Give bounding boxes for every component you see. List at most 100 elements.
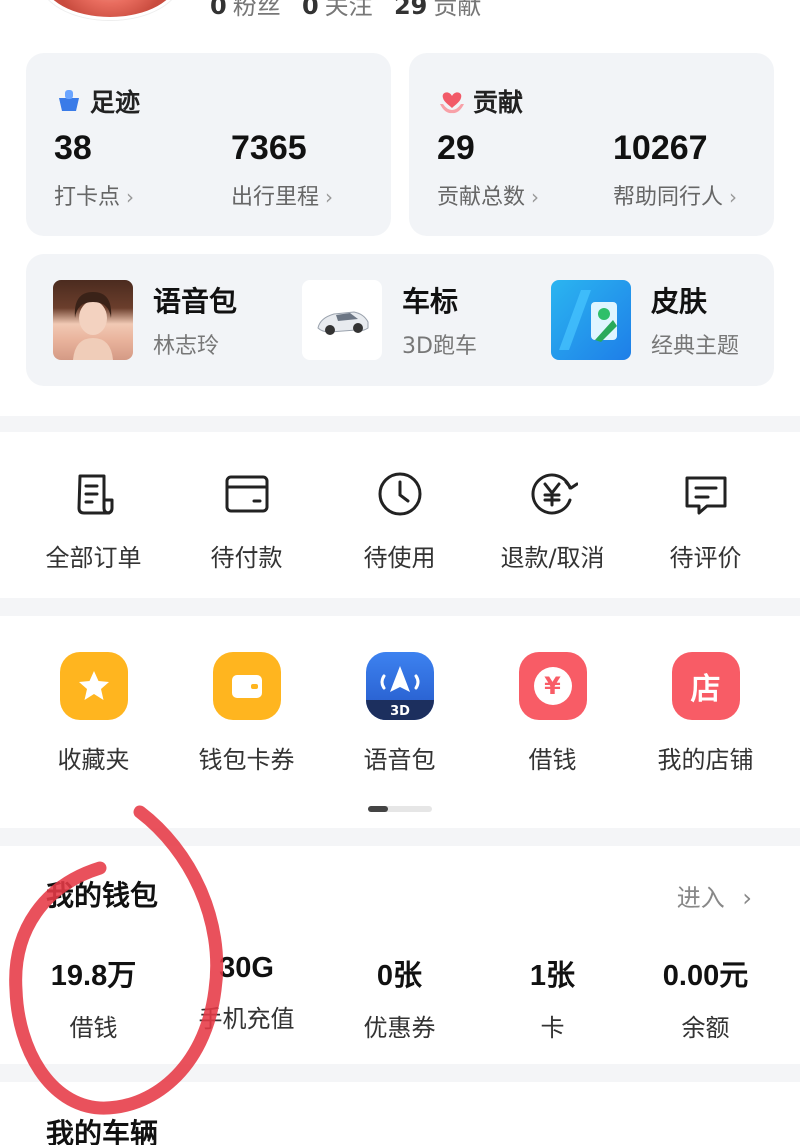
contrib-label[interactable]: 贡献 bbox=[433, 0, 481, 20]
asset-voice[interactable]: 语音包 林志玲 bbox=[53, 280, 237, 360]
footprint-icon bbox=[59, 90, 79, 111]
mileage-value: 7365 bbox=[231, 129, 307, 167]
order-review[interactable]: 待评价 bbox=[629, 470, 782, 573]
wallet-item-label: 卡 bbox=[540, 1014, 565, 1042]
wallet-icon bbox=[225, 475, 268, 513]
tool-my-store[interactable]: 店 我的店铺 bbox=[629, 652, 782, 775]
checkins-label: 打卡点 bbox=[54, 185, 121, 210]
order-unpaid[interactable]: 待付款 bbox=[170, 470, 323, 573]
contribution-card[interactable]: 贡献 29 10267 贡献总数 › 帮助同行人 › bbox=[409, 53, 774, 236]
asset-skin-sub: 经典主题 bbox=[651, 334, 740, 359]
order-review-label: 待评价 bbox=[669, 544, 742, 572]
chevron-right-icon: › bbox=[126, 185, 135, 209]
chevron-right-icon: › bbox=[531, 185, 540, 209]
wallet-item-balance[interactable]: 0.00元 余额 bbox=[629, 952, 782, 1043]
voice-3d-badge: 3D bbox=[390, 704, 410, 719]
wallet-item-topup[interactable]: 30G 手机充值 bbox=[170, 952, 323, 1043]
order-refund-label: 退款/取消 bbox=[500, 544, 605, 572]
chevron-right-icon: › bbox=[742, 884, 752, 912]
tool-wallet-cards[interactable]: 钱包卡券 bbox=[170, 652, 323, 775]
follow-count[interactable]: 0 bbox=[302, 0, 319, 20]
asset-car-name: 车标 bbox=[402, 285, 459, 318]
tool-favorites-label: 收藏夹 bbox=[57, 746, 130, 774]
fans-count[interactable]: 0 bbox=[210, 0, 227, 20]
store-glyph: 店 bbox=[690, 672, 721, 707]
tool-borrow[interactable]: ¥ 借钱 bbox=[476, 652, 629, 775]
wallet-title: 我的钱包 bbox=[46, 879, 159, 912]
contrib-total-link[interactable]: 贡献总数 › bbox=[437, 179, 539, 211]
vehicle-title[interactable]: 我的车辆 bbox=[46, 1112, 158, 1145]
wallet-item-label: 借钱 bbox=[69, 1014, 118, 1042]
helped-link[interactable]: 帮助同行人 › bbox=[613, 179, 758, 211]
helped-value: 10267 bbox=[613, 129, 708, 167]
contribution-title-text: 贡献 bbox=[473, 88, 524, 117]
footprint-card[interactable]: 足迹 38 7365 打卡点 › 出行里程 › bbox=[26, 53, 391, 236]
assets-card: 语音包 林志玲 车标 3D跑车 皮肤 经典主题 bbox=[26, 254, 774, 386]
wallet-item-value: 30G bbox=[219, 952, 274, 984]
order-all-label: 全部订单 bbox=[45, 544, 142, 572]
wallet-row: 19.8万 借钱 30G 手机充值 0张 优惠券 1张 卡 0.00元 余额 bbox=[17, 952, 800, 1043]
wallet-item-coupons[interactable]: 0张 优惠券 bbox=[323, 952, 476, 1043]
wallet-item-borrow[interactable]: 19.8万 借钱 bbox=[17, 952, 170, 1043]
clock-icon bbox=[378, 472, 421, 516]
mileage-label: 出行里程 bbox=[231, 185, 320, 210]
car-icon bbox=[302, 280, 382, 360]
tool-favorites[interactable]: 收藏夹 bbox=[17, 652, 170, 775]
star-icon bbox=[59, 652, 128, 720]
helped-label: 帮助同行人 bbox=[613, 185, 724, 210]
asset-voice-sub: 林志玲 bbox=[153, 334, 220, 359]
wallet-card-icon bbox=[212, 652, 281, 720]
heart-hands-icon bbox=[440, 92, 464, 114]
tool-borrow-label: 借钱 bbox=[528, 746, 577, 774]
receipt-icon bbox=[77, 474, 113, 515]
contrib-count[interactable]: 29 bbox=[394, 0, 427, 20]
wallet-item-value: 0张 bbox=[376, 960, 423, 992]
tool-voice-pack-label: 语音包 bbox=[363, 746, 436, 774]
refund-icon bbox=[530, 473, 578, 515]
wallet-item-value: 0.00元 bbox=[662, 960, 749, 992]
tools-row: 收藏夹 钱包卡券 3D 语音包 ¥ 借钱 店 我的店铺 bbox=[17, 652, 800, 775]
tool-my-store-label: 我的店铺 bbox=[657, 746, 754, 774]
wallet-item-cards[interactable]: 1张 卡 bbox=[476, 952, 629, 1043]
yen-glyph: ¥ bbox=[533, 667, 572, 705]
skin-icon bbox=[551, 280, 631, 360]
asset-skin[interactable]: 皮肤 经典主题 bbox=[551, 280, 739, 360]
page-indicator bbox=[368, 806, 432, 812]
mileage-link[interactable]: 出行里程 › bbox=[231, 179, 333, 211]
wallet-item-value: 19.8万 bbox=[50, 960, 137, 992]
asset-car-logo[interactable]: 车标 3D跑车 bbox=[302, 280, 477, 360]
comment-icon bbox=[685, 476, 726, 515]
footprint-title: 足迹 bbox=[54, 83, 140, 119]
contrib-total-label: 贡献总数 bbox=[437, 185, 526, 210]
page-indicator-active bbox=[368, 806, 388, 812]
tool-voice-pack[interactable]: 3D 语音包 bbox=[323, 652, 476, 775]
profile-stats: 0 粉丝 0 关注 29 贡献 bbox=[210, 0, 487, 21]
store-icon: 店 bbox=[671, 652, 740, 720]
checkins-link[interactable]: 打卡点 › bbox=[54, 179, 134, 211]
chevron-right-icon: › bbox=[325, 185, 334, 209]
chevron-right-icon: › bbox=[729, 185, 738, 209]
wallet-enter-label: 进入 bbox=[676, 884, 725, 912]
wallet-item-label: 手机充值 bbox=[198, 1005, 295, 1033]
footprint-title-text: 足迹 bbox=[90, 88, 141, 117]
order-all[interactable]: 全部订单 bbox=[17, 470, 170, 573]
wallet-item-value: 1张 bbox=[529, 960, 576, 992]
tool-wallet-cards-label: 钱包卡券 bbox=[198, 746, 295, 774]
contrib-total-value: 29 bbox=[437, 129, 475, 167]
voice-avatar bbox=[53, 280, 133, 360]
yen-icon: ¥ bbox=[518, 652, 587, 720]
asset-voice-name: 语音包 bbox=[153, 285, 238, 318]
fans-label[interactable]: 粉丝 bbox=[233, 0, 281, 20]
follow-label[interactable]: 关注 bbox=[325, 0, 373, 20]
order-unused[interactable]: 待使用 bbox=[323, 470, 476, 573]
order-refund[interactable]: 退款/取消 bbox=[476, 470, 629, 573]
orders-row: 全部订单 待付款 待使用 退款/取消 待评价 bbox=[17, 470, 800, 573]
asset-car-sub: 3D跑车 bbox=[402, 334, 477, 359]
asset-skin-name: 皮肤 bbox=[651, 285, 708, 318]
wallet-item-label: 余额 bbox=[681, 1014, 730, 1042]
contribution-title: 贡献 bbox=[437, 83, 523, 119]
wallet-item-label: 优惠券 bbox=[363, 1014, 436, 1042]
voice-3d-icon: 3D bbox=[365, 652, 434, 720]
wallet-enter-link[interactable]: 进入 › bbox=[677, 878, 752, 913]
checkins-value: 38 bbox=[54, 129, 92, 167]
